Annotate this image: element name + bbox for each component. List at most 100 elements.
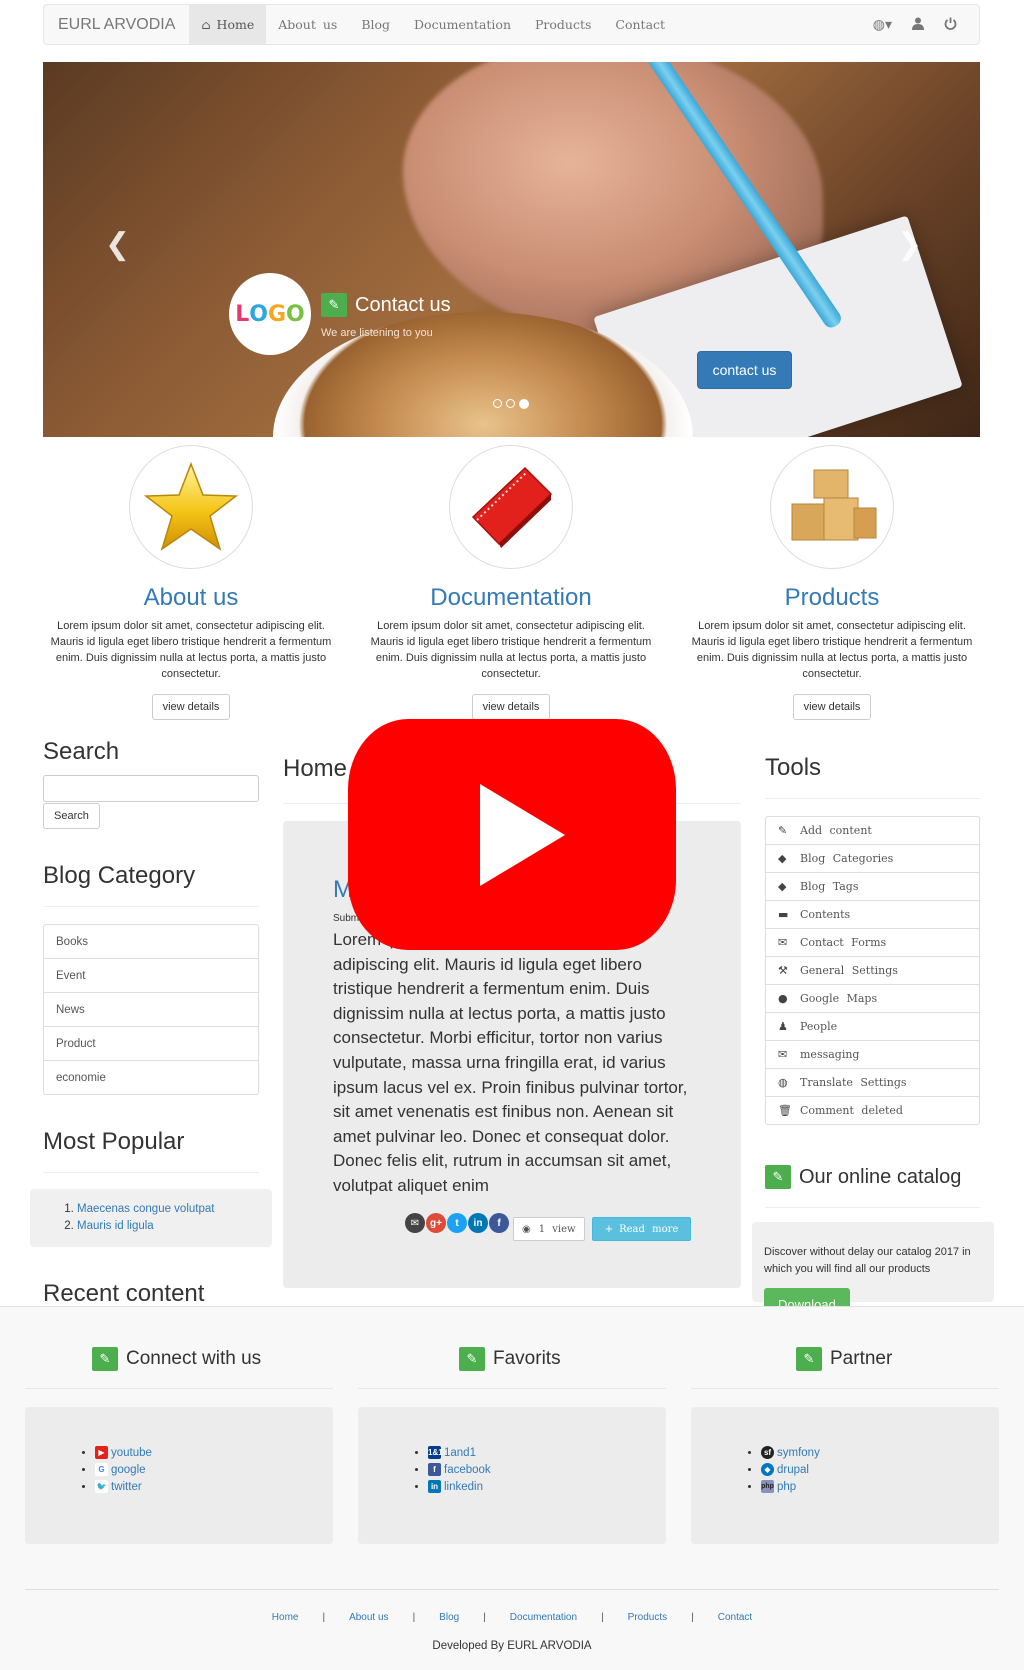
hero-carousel: ❮ ❯ LOGO ✎ Contact us We are listening t… [43, 62, 980, 437]
footer-link-about[interactable]: About us [325, 1612, 412, 1623]
category-item[interactable]: Product [43, 1026, 259, 1061]
tool-label: General Settings [800, 964, 898, 977]
indicator-2[interactable] [506, 399, 515, 408]
partner-title: ✎ Partner [796, 1347, 892, 1371]
tool-people[interactable]: ♟ People [765, 1012, 980, 1041]
nav-blog[interactable]: Blog [349, 5, 402, 44]
partner-panel: sfsymfony ◆drupal phpphp [691, 1407, 999, 1544]
category-item[interactable]: economie [43, 1060, 259, 1095]
drupal-link[interactable]: drupal [777, 1464, 809, 1476]
catalog-title-text: Our online catalog [799, 1165, 962, 1188]
popular-link[interactable]: Maecenas congue volutpat [77, 1203, 214, 1215]
facebook-link[interactable]: facebook [444, 1464, 491, 1476]
search-button[interactable]: Search [43, 803, 100, 829]
youtube-link[interactable]: youtube [111, 1447, 152, 1459]
power-icon[interactable] [944, 17, 957, 33]
email-share-icon[interactable]: ✉ [405, 1213, 425, 1233]
tools-list: ✎ Add content ◆ Blog Categories ◆ Blog Tags… [765, 816, 980, 1125]
category-item[interactable]: News [43, 992, 259, 1027]
notebook-icon [471, 466, 553, 548]
popular-list: Maecenas congue volutpat Mauris id ligul… [30, 1189, 272, 1247]
linkedin-share-icon[interactable]: in [468, 1213, 488, 1233]
tool-blog-categories[interactable]: ◆ Blog Categories [765, 844, 980, 873]
twitter-share-icon[interactable]: t [447, 1213, 467, 1233]
tool-google-maps[interactable]: ● Google Maps [765, 984, 980, 1013]
carousel-prev-icon[interactable]: ❮ [105, 227, 130, 262]
tag-icon: ◆ [778, 852, 787, 865]
category-list: Books Event News Product economie [43, 924, 259, 1095]
category-item[interactable]: Books [43, 924, 259, 959]
trash-icon: 🗑 [778, 1104, 792, 1117]
eye-icon: ◉ [522, 1223, 531, 1235]
tool-label: messaging [800, 1048, 860, 1061]
view-details-button[interactable]: view details [471, 694, 551, 720]
nav-home[interactable]: ⌂ Home [189, 5, 267, 44]
view-details-button[interactable]: view details [792, 694, 872, 720]
google-icon: G [95, 1463, 108, 1477]
footer-link-documentation[interactable]: Documentation [486, 1612, 601, 1623]
twitter-link[interactable]: twitter [111, 1481, 142, 1493]
boxes-icon [791, 469, 877, 541]
nav-documentation[interactable]: Documentation [402, 5, 523, 44]
nav-contact[interactable]: Contact [603, 5, 677, 44]
globe-icon[interactable]: ◍▾ [873, 16, 892, 33]
pencil-icon: ✎ [321, 293, 347, 317]
tool-label: Blog Categories [800, 852, 894, 865]
wrench-icon: ⚒ [778, 964, 788, 977]
footer-link-blog[interactable]: Blog [415, 1612, 483, 1623]
recent-content-title: Recent content [43, 1280, 205, 1307]
tool-label: Contents [800, 908, 851, 921]
nav-products[interactable]: Products [523, 5, 603, 44]
carousel-indicators [493, 399, 529, 409]
connect-title-text: Connect with us [126, 1348, 262, 1369]
php-link[interactable]: php [777, 1481, 796, 1493]
tool-contact-forms[interactable]: ✉ Contact Forms [765, 928, 980, 957]
footer-link-contact[interactable]: Contact [694, 1612, 776, 1623]
google-plus-share-icon[interactable]: g+ [426, 1213, 446, 1233]
tool-label: Comment deleted [800, 1104, 903, 1117]
footer-link-home[interactable]: Home [248, 1612, 323, 1623]
view-details-button[interactable]: view details [151, 694, 231, 720]
indicator-1[interactable] [493, 399, 502, 408]
envelope-icon: ✉ [778, 1048, 788, 1061]
divider [358, 1388, 666, 1389]
tool-translate-settings[interactable]: ◍ Translate Settings [765, 1068, 980, 1097]
navbar: EURL ARVODIA ⌂ Home About us Blog Documen… [43, 4, 980, 45]
tool-add-content[interactable]: ✎ Add content [765, 816, 980, 845]
oneandone-icon: 1&1 [428, 1446, 443, 1460]
oneandone-link[interactable]: 1and1 [444, 1447, 476, 1459]
nav-links: ⌂ Home About us Blog Documentation Produc… [189, 5, 677, 44]
most-popular-title: Most Popular [43, 1128, 185, 1155]
tool-blog-tags[interactable]: ◆ Blog Tags [765, 872, 980, 901]
feature-title: Documentation [430, 584, 592, 611]
tool-comment-deleted[interactable]: 🗑 Comment deleted [765, 1096, 980, 1125]
category-item[interactable]: Event [43, 958, 259, 993]
feature-circle [129, 445, 253, 569]
read-more-button[interactable]: + Read more [592, 1217, 691, 1241]
youtube-play-overlay[interactable] [348, 719, 676, 950]
tool-general-settings[interactable]: ⚒ General Settings [765, 956, 980, 985]
tool-contents[interactable]: ▬ Contents [765, 900, 980, 929]
popular-link[interactable]: Mauris id ligula [77, 1220, 154, 1232]
indicator-3[interactable] [519, 399, 529, 409]
brand[interactable]: EURL ARVODIA [44, 16, 189, 34]
symfony-link[interactable]: symfony [777, 1447, 820, 1459]
divider [765, 1207, 980, 1208]
folder-icon: ▬ [778, 908, 789, 921]
nav-about[interactable]: About us [266, 5, 349, 44]
linkedin-link[interactable]: linkedin [444, 1481, 483, 1493]
pencil-icon: ✎ [796, 1347, 822, 1371]
nav-right: ◍▾ [873, 16, 979, 33]
user-icon: ♟ [778, 1020, 788, 1033]
tool-messaging[interactable]: ✉ messaging [765, 1040, 980, 1069]
views-button[interactable]: ◉ 1 view [513, 1217, 585, 1241]
google-link[interactable]: google [111, 1464, 146, 1476]
tool-label: Google Maps [800, 992, 878, 1005]
facebook-share-icon[interactable]: f [489, 1213, 509, 1233]
search-input[interactable] [43, 775, 259, 802]
carousel-next-icon[interactable]: ❯ [897, 227, 922, 262]
feature-documentation: Documentation Lorem ipsum dolor sit amet… [363, 445, 659, 720]
footer-link-products[interactable]: Products [604, 1612, 691, 1623]
contact-us-button[interactable]: contact us [697, 351, 792, 389]
user-icon[interactable] [912, 17, 924, 33]
